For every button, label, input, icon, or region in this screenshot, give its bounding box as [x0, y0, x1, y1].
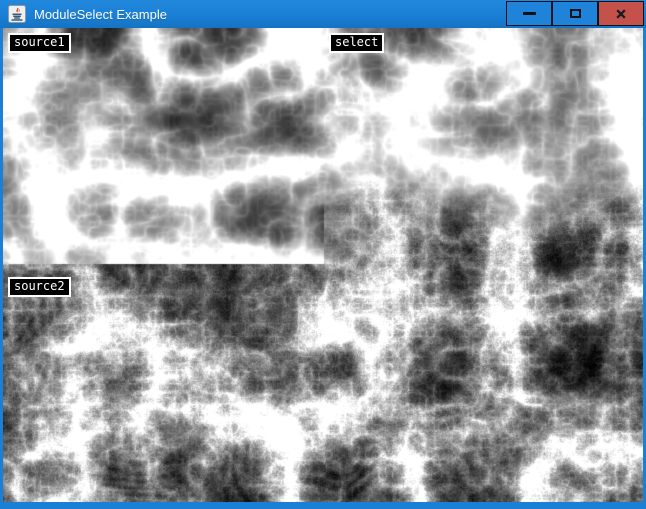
noise-image-canvas — [3, 28, 643, 502]
image-label-source2: source2 — [8, 277, 71, 297]
image-label-source1: source1 — [8, 33, 71, 53]
app-window: ModuleSelect Example source1 select sour… — [0, 0, 646, 509]
window-title: ModuleSelect Example — [34, 7, 167, 22]
maximize-button[interactable] — [552, 1, 598, 26]
minimize-button[interactable] — [506, 1, 552, 26]
minimize-icon — [523, 12, 536, 15]
titlebar[interactable]: ModuleSelect Example — [0, 0, 646, 28]
image-label-select: select — [329, 33, 384, 53]
maximize-icon — [570, 9, 581, 18]
close-icon — [614, 7, 628, 21]
render-area: source1 select source2 — [3, 28, 643, 502]
window-controls — [506, 1, 644, 26]
close-button[interactable] — [598, 1, 644, 26]
java-logo-icon — [8, 5, 26, 23]
java-app-icon[interactable] — [8, 5, 26, 23]
